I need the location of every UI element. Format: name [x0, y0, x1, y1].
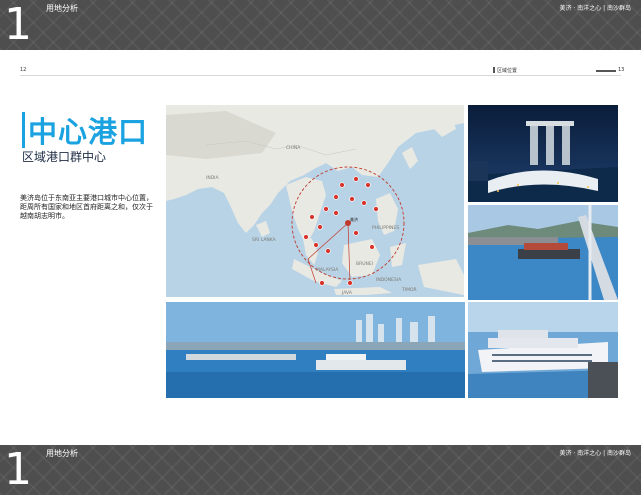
svg-text:BRUNEI: BRUNEI [356, 261, 373, 267]
description-text: 美济岛位于东南亚主要港口城市中心位置，距周所有国家和地区首府距离之和，仅次于越南… [20, 194, 153, 220]
photo-cruise-ship [468, 302, 618, 398]
svg-text:美济: 美济 [350, 216, 358, 222]
svg-text:INDONESIA: INDONESIA [376, 277, 402, 283]
map-graphic: CHINA INDIA SRI LANKA PHILIPPINES BRUNEI… [166, 105, 464, 297]
title-accent-bar [22, 112, 25, 148]
svg-text:PHILIPPINES: PHILIPPINES [372, 225, 399, 231]
title-block: 中心港口 [22, 112, 156, 150]
page-title: 中心港口 [28, 115, 149, 149]
chapter-title: 用地分析 [46, 4, 78, 13]
svg-text:SRI LANKA: SRI LANKA [252, 237, 277, 243]
photo-harbour-panorama [166, 302, 465, 398]
svg-text:MALAYSIA: MALAYSIA [316, 267, 339, 273]
photo-port-bridge [468, 205, 618, 300]
svg-text:CHINA: CHINA [286, 145, 301, 151]
header-rule [20, 75, 621, 76]
page-number-left: 12 [20, 67, 27, 73]
footer-band: 1 用地分析 美济 · 南洋之心 | 南沙群岛 [0, 444, 641, 495]
page-number-right: 13 [618, 67, 625, 73]
photo-night-skyline [468, 105, 618, 202]
region-map: CHINA INDIA SRI LANKA PHILIPPINES BRUNEI… [166, 105, 464, 297]
breadcrumb: 区域位置 [497, 68, 518, 74]
chapter-number: 1 [4, 0, 32, 50]
project-name: 美济 · 南洋之心 | 南沙群岛 [559, 5, 631, 12]
footer-project-name: 美济 · 南洋之心 | 南沙群岛 [559, 450, 631, 457]
page-subtitle: 区域港口群中心 [22, 150, 107, 164]
svg-text:JAVA: JAVA [341, 290, 353, 296]
svg-text:TIMOR: TIMOR [401, 287, 417, 293]
footer-chapter-title: 用地分析 [46, 449, 78, 458]
header-band: 1 用地分析 美济 · 南洋之心 | 南沙群岛 [0, 0, 641, 50]
breadcrumb-divider [596, 70, 616, 72]
footer-chapter-number: 1 [4, 444, 32, 495]
svg-text:INDIA: INDIA [206, 175, 219, 181]
